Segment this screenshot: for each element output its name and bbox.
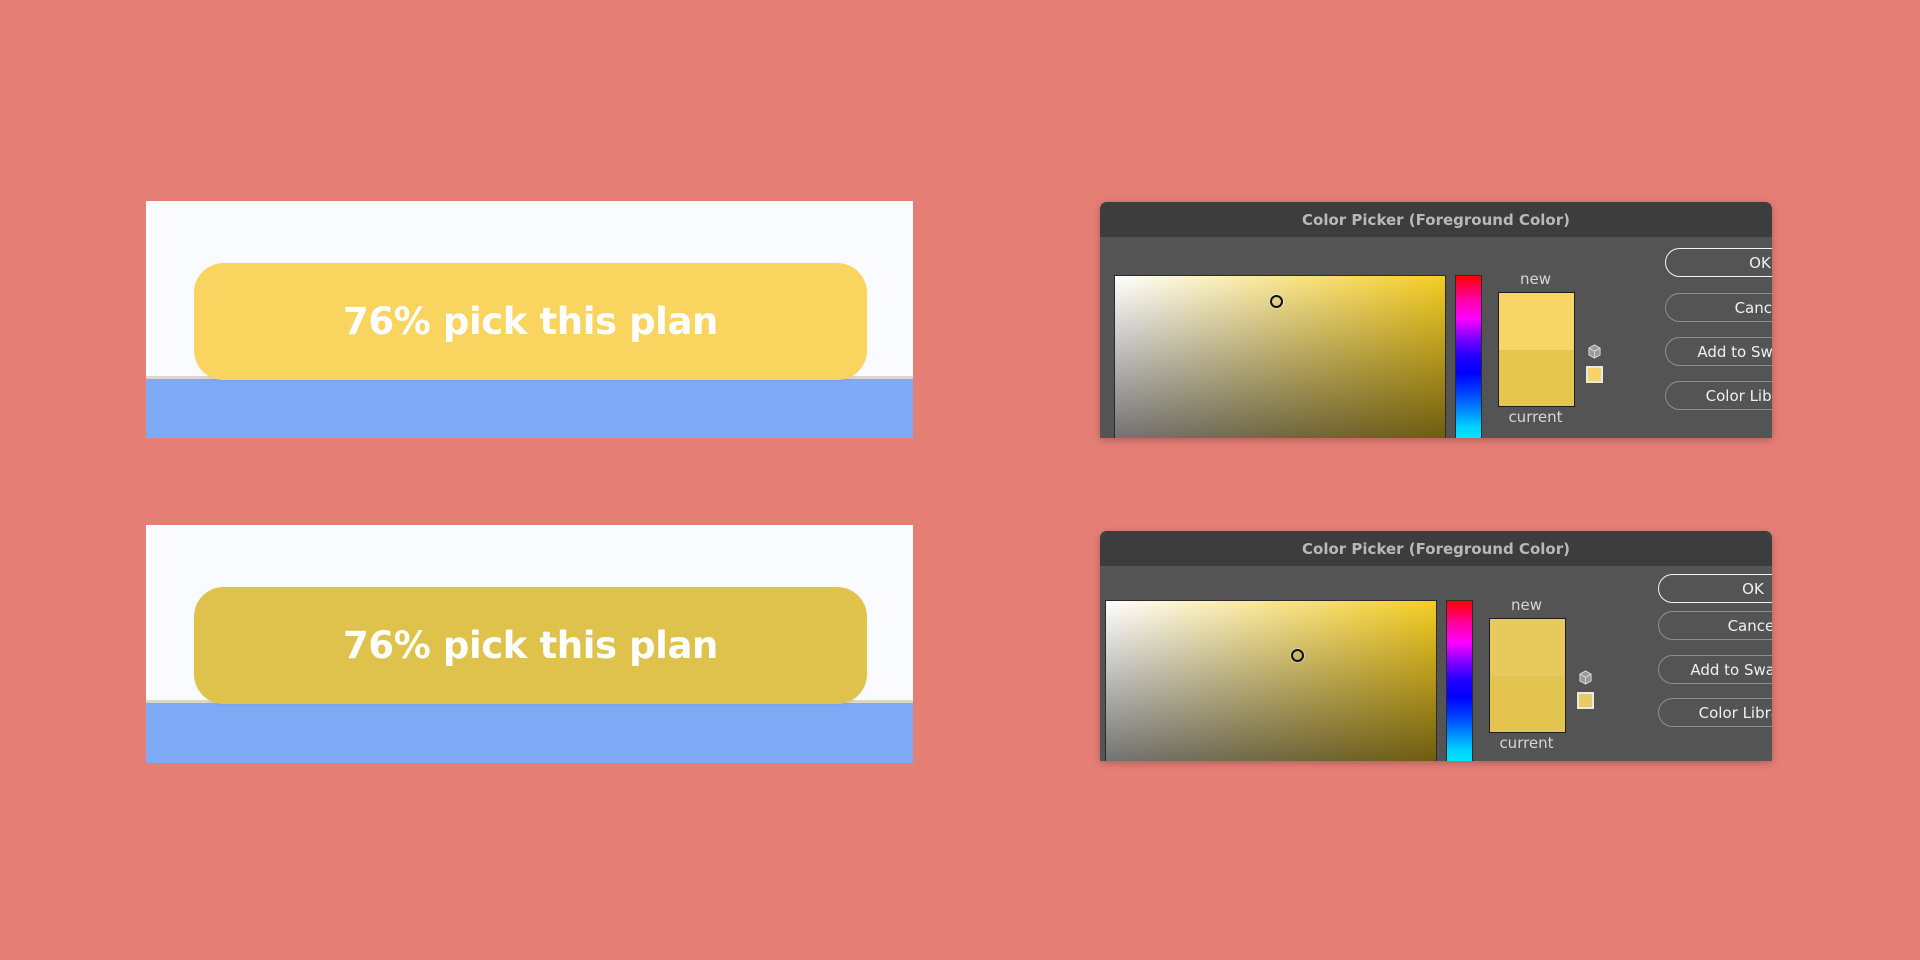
color-libraries-button[interactable]: Color Libraries bbox=[1665, 381, 1772, 410]
current-color-label: current bbox=[1508, 408, 1563, 426]
color-libraries-button-label: Color Libraries bbox=[1705, 386, 1772, 405]
cube-icon[interactable] bbox=[1578, 670, 1593, 685]
cta-mockup-bright: 76% pick this plan bbox=[146, 201, 913, 438]
dialog-title: Color Picker (Foreground Color) bbox=[1302, 539, 1570, 558]
ok-button-label: OK bbox=[1749, 253, 1771, 272]
color-selection-marker[interactable] bbox=[1290, 649, 1304, 662]
cancel-button-label: Cancel bbox=[1727, 616, 1772, 635]
saturation-value-field[interactable] bbox=[1105, 600, 1437, 761]
add-to-swatches-button-label: Add to Swatches bbox=[1697, 342, 1772, 361]
gamut-alternative-swatch[interactable] bbox=[1586, 366, 1603, 383]
hue-slider-strip[interactable] bbox=[1446, 600, 1473, 761]
dialog-title: Color Picker (Foreground Color) bbox=[1302, 210, 1570, 229]
pick-this-plan-label: 76% pick this plan bbox=[343, 300, 718, 343]
add-to-swatches-button[interactable]: Add to Swatches bbox=[1658, 655, 1772, 684]
cancel-button-label: Cancel bbox=[1734, 298, 1772, 317]
cta-mockup-muted: 76% pick this plan bbox=[146, 525, 913, 763]
cube-icon[interactable] bbox=[1587, 344, 1602, 359]
cancel-button[interactable]: Cancel bbox=[1665, 293, 1772, 322]
add-to-swatches-button-label: Add to Swatches bbox=[1690, 660, 1772, 679]
new-color-label: new bbox=[1510, 596, 1542, 614]
ok-button-label: OK bbox=[1742, 579, 1764, 598]
saturation-value-field[interactable] bbox=[1114, 275, 1446, 438]
color-preview-swatch[interactable] bbox=[1489, 618, 1566, 733]
color-selection-marker[interactable] bbox=[1270, 295, 1284, 309]
color-preview-swatch[interactable] bbox=[1498, 292, 1575, 407]
ok-button[interactable]: OK bbox=[1658, 574, 1772, 603]
pick-this-plan-button[interactable]: 76% pick this plan bbox=[194, 263, 867, 380]
pick-this-plan-button[interactable]: 76% pick this plan bbox=[194, 587, 867, 704]
color-libraries-button-label: Color Libraries bbox=[1698, 703, 1772, 722]
add-to-swatches-button[interactable]: Add to Swatches bbox=[1665, 337, 1772, 366]
current-color-label: current bbox=[1499, 734, 1554, 752]
gamut-alternative-swatch[interactable] bbox=[1577, 692, 1594, 709]
panel-blue-band bbox=[146, 379, 913, 438]
new-color-label: new bbox=[1519, 270, 1551, 288]
new-color-chip bbox=[1490, 619, 1565, 676]
color-picker-dialog-top: Color Picker (Foreground Color) new curr… bbox=[1100, 202, 1772, 438]
current-color-chip[interactable] bbox=[1490, 675, 1565, 732]
color-picker-dialog-bottom: Color Picker (Foreground Color) new curr… bbox=[1100, 531, 1772, 761]
panel-blue-band bbox=[146, 703, 913, 763]
current-color-chip[interactable] bbox=[1499, 349, 1574, 406]
new-color-chip bbox=[1499, 293, 1574, 350]
cancel-button[interactable]: Cancel bbox=[1658, 611, 1772, 640]
dialog-titlebar[interactable]: Color Picker (Foreground Color) bbox=[1100, 531, 1772, 567]
pick-this-plan-label: 76% pick this plan bbox=[343, 624, 718, 667]
dialog-titlebar[interactable]: Color Picker (Foreground Color) bbox=[1100, 202, 1772, 238]
hue-slider-strip[interactable] bbox=[1455, 275, 1482, 438]
color-libraries-button[interactable]: Color Libraries bbox=[1658, 698, 1772, 727]
ok-button[interactable]: OK bbox=[1665, 248, 1772, 277]
